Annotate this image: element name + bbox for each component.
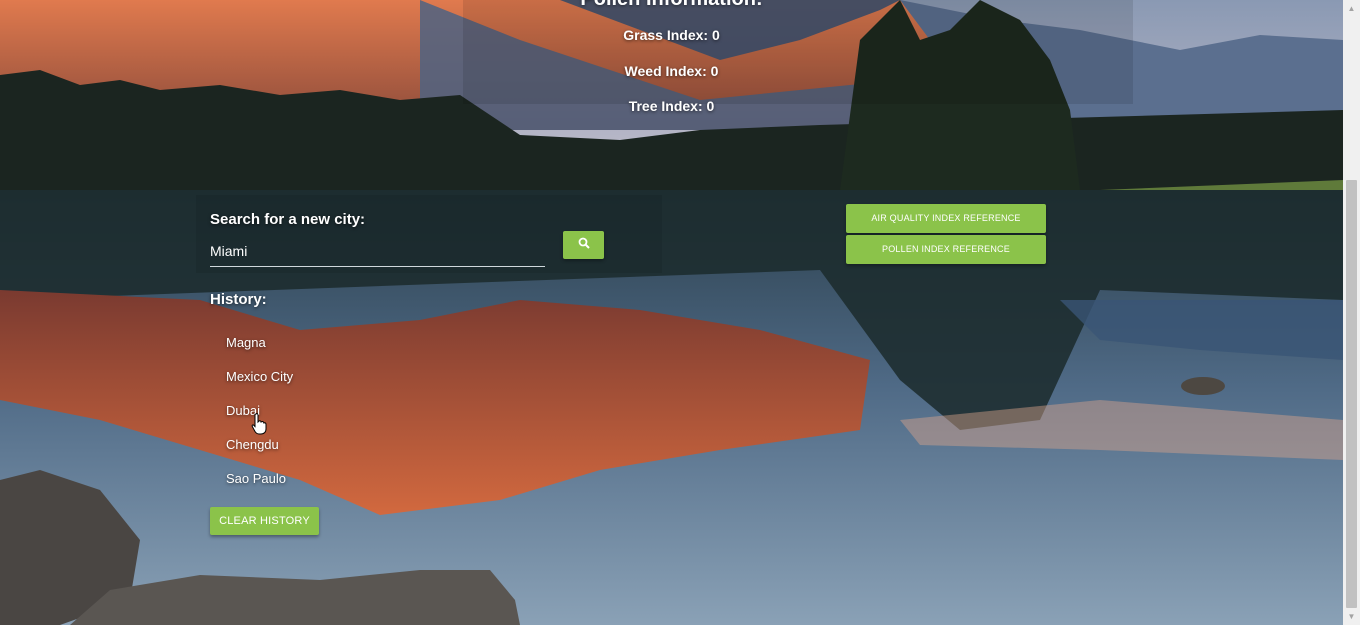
clear-history-button[interactable]: CLEAR HISTORY [210, 507, 319, 535]
pollen-panel [463, 0, 1133, 104]
air-quality-reference-button[interactable]: AIR QUALITY INDEX REFERENCE [846, 204, 1046, 233]
history-item-chengdu[interactable]: Chengdu [226, 436, 293, 470]
tree-index: Tree Index: 0 [628, 98, 715, 114]
pollen-reference-button[interactable]: POLLEN INDEX REFERENCE [846, 235, 1046, 264]
search-button[interactable] [563, 231, 604, 259]
history-item-magna[interactable]: Magna [226, 334, 293, 368]
history-label: History: [210, 291, 267, 308]
history-item-sao-paulo[interactable]: Sao Paulo [226, 470, 293, 504]
pollen-title: Pollen Information: [0, 0, 1343, 11]
scroll-up-arrow-icon[interactable]: ▲ [1343, 0, 1360, 17]
history-item-mexico-city[interactable]: Mexico City [226, 368, 293, 402]
search-icon [578, 236, 590, 254]
scroll-thumb[interactable] [1346, 180, 1357, 608]
scroll-down-arrow-icon[interactable]: ▼ [1343, 608, 1360, 625]
scrollbar[interactable]: ▲ ▼ [1343, 0, 1360, 625]
search-input[interactable] [210, 236, 545, 267]
weed-index: Weed Index: 0 [624, 63, 719, 79]
search-label: Search for a new city: [210, 211, 366, 228]
grass-index: Grass Index: 0 [623, 27, 720, 43]
hand-cursor-icon [251, 413, 267, 440]
